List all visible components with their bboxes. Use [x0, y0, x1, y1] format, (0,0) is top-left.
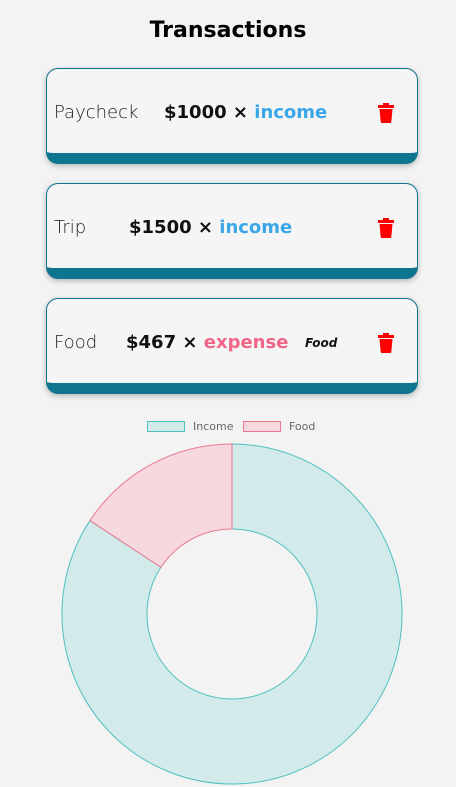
trash-icon [378, 103, 394, 123]
transaction-name: Food [54, 332, 98, 353]
transaction-amount-group: $1500 × income [129, 217, 292, 238]
transaction-amount: $1000 [164, 102, 227, 123]
transaction-card-food: Food $467 × expense Food [46, 298, 418, 394]
delete-button[interactable] [378, 333, 394, 353]
transaction-type: expense [203, 332, 289, 353]
transaction-amount-group: $467 × expense [126, 332, 288, 353]
trash-icon [378, 218, 394, 238]
delete-button[interactable] [378, 103, 394, 123]
trash-icon [378, 333, 394, 353]
transaction-amount-group: $1000 × income [164, 102, 327, 123]
transaction-card-trip: Trip $1500 × income [46, 183, 418, 279]
legend-swatch [243, 421, 281, 432]
transaction-amount: $1500 [129, 217, 192, 238]
transaction-name: Trip [54, 217, 87, 238]
times-symbol: × [182, 332, 198, 353]
transaction-amount: $467 [126, 332, 177, 353]
legend-label: Income [193, 420, 234, 433]
transaction-card-paycheck: Paycheck $1000 × income [46, 68, 418, 164]
times-symbol: × [232, 102, 248, 123]
page-title: Transactions [149, 18, 307, 43]
transaction-name: Paycheck [54, 102, 139, 123]
transaction-type: income [254, 102, 328, 123]
legend-label: Food [289, 420, 316, 433]
doughnut-chart [61, 443, 403, 785]
times-symbol: × [197, 217, 213, 238]
legend-swatch [147, 421, 185, 432]
chart-legend: Income Food [0, 419, 456, 435]
transaction-type: income [219, 217, 293, 238]
transaction-category: Food [305, 336, 338, 350]
delete-button[interactable] [378, 218, 394, 238]
